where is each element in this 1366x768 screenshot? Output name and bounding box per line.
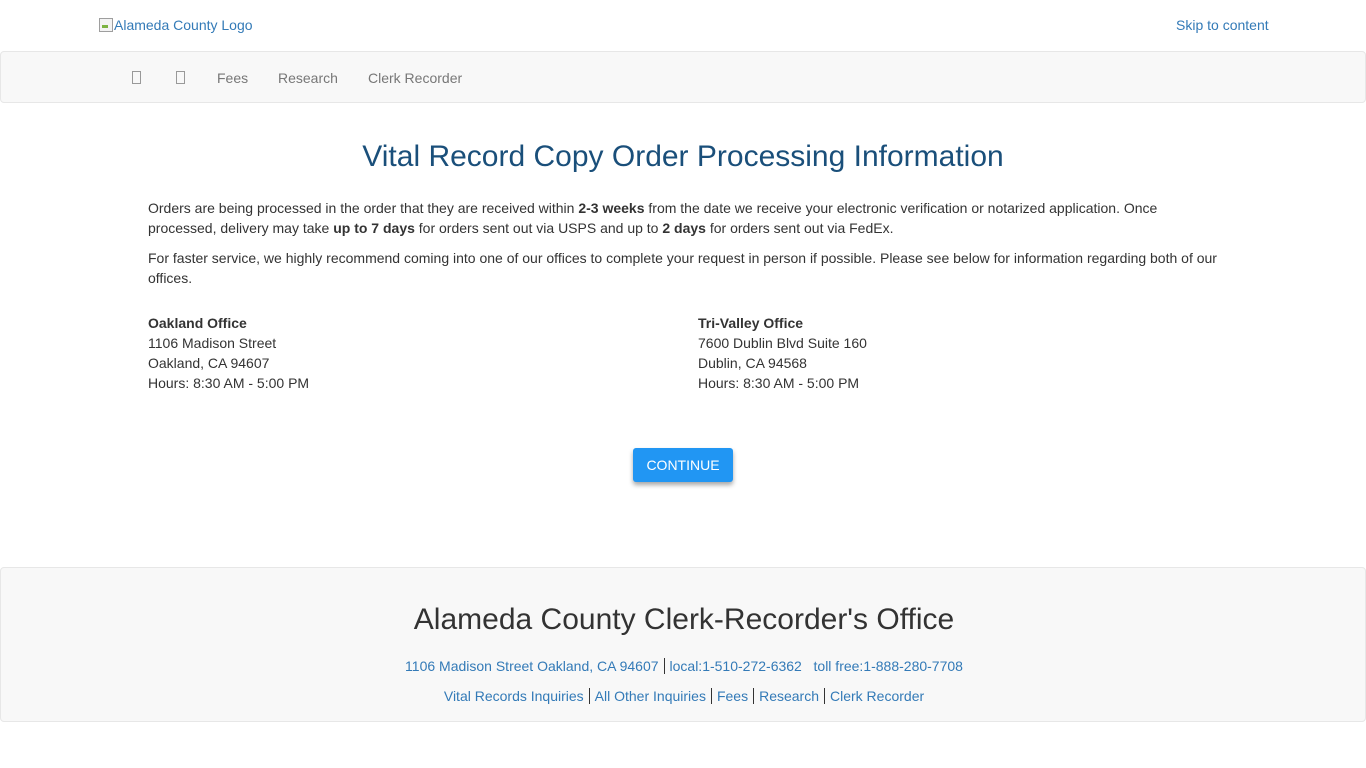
office-city: Oakland, CA 94607 [148,355,270,371]
para-text: for orders sent out via FedEx. [705,220,894,236]
office-street: 7600 Dublin Blvd Suite 160 [698,335,867,351]
continue-button[interactable]: CONTINUE [633,448,733,482]
office-city: Dublin, CA 94568 [698,355,807,371]
site-footer: Alameda County Clerk-Recorder's Office 1… [0,567,1366,722]
nav-item-fees[interactable]: Fees [217,69,248,87]
footer-link-fees[interactable]: Fees [717,688,748,704]
nav-item-research[interactable]: Research [278,69,338,87]
county-logo-link[interactable]: Alameda County Logo [98,17,253,33]
footer-links-row: Vital Records Inquiries All Other Inquiri… [1,688,1366,704]
info-icon[interactable] [176,69,185,88]
divider [824,688,825,704]
para-bold: 2-3 weeks [578,200,645,216]
footer-link-clerk-recorder[interactable]: Clerk Recorder [830,688,924,704]
office-street: 1106 Madison Street [148,335,277,351]
home-glyph-icon [132,71,141,84]
footer-link-all-other-inquiries[interactable]: All Other Inquiries [595,688,706,704]
main-navbar: Fees Research Clerk Recorder [0,51,1366,103]
footer-link-vital-records-inquiries[interactable]: Vital Records Inquiries [444,688,584,704]
office-name: Oakland Office [148,315,247,331]
office-name: Tri-Valley Office [698,315,804,331]
divider [588,688,590,704]
home-icon[interactable] [132,69,141,88]
oakland-office: Oakland Office 1106 Madison Street Oakla… [148,313,309,393]
info-glyph-icon [176,71,185,84]
divider [663,658,665,674]
para-bold: up to 7 days [333,220,415,236]
para-text: for orders sent out via USPS and up to [414,220,663,236]
footer-address-link[interactable]: 1106 Madison Street Oakland, CA 94607 [405,658,658,674]
para-bold: 2 days [662,220,706,236]
footer-local-phone-link[interactable]: local:1-510-272-6362 [670,658,802,674]
para-text: Orders are being processed in the order … [148,200,579,216]
nav-item-clerk-recorder[interactable]: Clerk Recorder [368,69,462,87]
footer-tollfree-phone-link[interactable]: toll free:1-888-280-7708 [814,658,963,674]
divider [753,688,755,704]
footer-contact-row: 1106 Madison Street Oakland, CA 94607 loc… [1,658,1366,674]
footer-title: Alameda County Clerk-Recorder's Office [413,603,955,636]
office-hours: Hours: 8:30 AM - 5:00 PM [148,375,310,391]
skip-to-content-link[interactable]: Skip to content [1176,17,1269,33]
page-title: Vital Record Copy Order Processing Infor… [362,140,1004,173]
tri-valley-office: Tri-Valley Office 7600 Dublin Blvd Suite… [698,313,867,393]
processing-paragraph: Orders are being processed in the order … [148,198,1223,238]
divider [710,688,712,704]
broken-image-icon [98,17,114,33]
office-hours: Hours: 8:30 AM - 5:00 PM [698,375,860,391]
logo-alt-text: Alameda County Logo [114,17,253,33]
top-header: Alameda County Logo Skip to content [0,0,1366,51]
footer-link-research[interactable]: Research [759,688,819,704]
faster-service-paragraph: For faster service, we highly recommend … [148,250,1217,286]
